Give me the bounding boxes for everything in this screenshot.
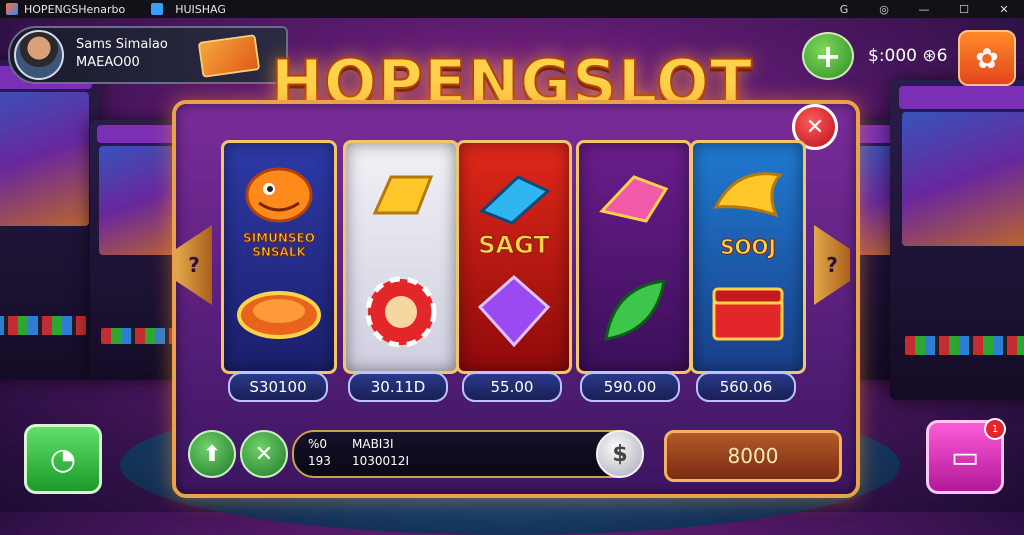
tab-current[interactable]: HUISHAG xyxy=(145,3,226,16)
reel-4 xyxy=(576,140,692,374)
reel-1: SIMUNSEO SNSALK xyxy=(221,140,337,374)
bet-info-bar: %0 193 MABI3I 1030012I xyxy=(292,430,642,478)
balance-display: $:000 ⊛6 xyxy=(868,46,948,66)
window-title-bar: HOPENGSHenarbo HUISHAG G ◎ — ☐ ✕ xyxy=(0,0,1024,18)
reel-3-value: 55.00 xyxy=(462,372,562,402)
pin-icon[interactable]: G xyxy=(824,0,864,18)
reel-5-label: SOOJ xyxy=(720,235,777,260)
settings-button[interactable]: ✿ xyxy=(958,30,1016,86)
leaf-icon xyxy=(604,279,666,341)
close-icon: ✕ xyxy=(805,114,825,140)
chat-icon: ◔ xyxy=(49,441,77,477)
pink-gem-icon xyxy=(599,175,669,223)
close-window-button[interactable]: ✕ xyxy=(984,0,1024,18)
cross-button[interactable]: ✕ xyxy=(240,430,288,478)
dollar-icon: $ xyxy=(612,441,628,467)
reel-3-label: SAGT xyxy=(478,231,551,260)
app-icon xyxy=(6,3,18,15)
plus-icon: + xyxy=(814,37,842,75)
reel-5: SOOJ xyxy=(690,140,806,374)
bet-line-1-label: %0 xyxy=(308,437,328,451)
gift-icon: ▭ xyxy=(950,439,980,475)
window-controls: G ◎ — ☐ ✕ xyxy=(824,0,1024,18)
maximize-button[interactable]: ☐ xyxy=(944,0,984,18)
blue-gem-icon xyxy=(479,175,551,225)
gold-bar-icon xyxy=(372,175,434,215)
add-funds-button[interactable]: + xyxy=(802,32,854,80)
bet-line-2-value: 1030012I xyxy=(352,454,409,468)
question-icon: ? xyxy=(188,253,200,277)
window-title: HOPENGSHenarbo xyxy=(24,2,126,16)
reel-5-value: 560.06 xyxy=(696,372,796,402)
tab-icon xyxy=(151,3,164,15)
target-icon[interactable]: ◎ xyxy=(864,0,904,18)
notification-badge: 1 xyxy=(984,418,1006,440)
golden-dragon-icon xyxy=(713,172,783,218)
purple-diamond-icon xyxy=(477,274,551,348)
reel-4-value: 590.00 xyxy=(580,372,680,402)
fish-mascot-icon xyxy=(245,167,313,223)
reel-2 xyxy=(343,140,459,374)
coin-stack-icon xyxy=(237,291,321,339)
reel-1-value: S30100 xyxy=(228,372,328,402)
bet-line-2-label: 193 xyxy=(308,454,331,468)
chat-button[interactable]: ◔ xyxy=(24,424,102,494)
bg-slot-cabinet-right-far xyxy=(890,80,1024,400)
cross-icon: ✕ xyxy=(254,441,274,467)
spin-button[interactable]: 8000 xyxy=(664,430,842,482)
bet-line-1-value: MABI3I xyxy=(352,437,394,451)
poker-chip-icon xyxy=(365,276,437,348)
reel-1-label: SIMUNSEO SNSALK xyxy=(243,231,316,260)
reel-3: SAGT xyxy=(456,140,572,374)
reel-2-value: 30.11D xyxy=(348,372,448,402)
arrow-up-icon: ⬆ xyxy=(202,441,222,467)
tab-label: HUISHAG xyxy=(175,2,226,16)
question-icon: ? xyxy=(826,253,838,277)
treasure-chest-icon xyxy=(712,287,784,341)
gear-icon: ✿ xyxy=(975,41,999,75)
bet-up-button[interactable]: ⬆ xyxy=(188,430,236,478)
minimize-button[interactable]: — xyxy=(904,0,944,18)
coin-button[interactable]: $ xyxy=(596,430,644,478)
